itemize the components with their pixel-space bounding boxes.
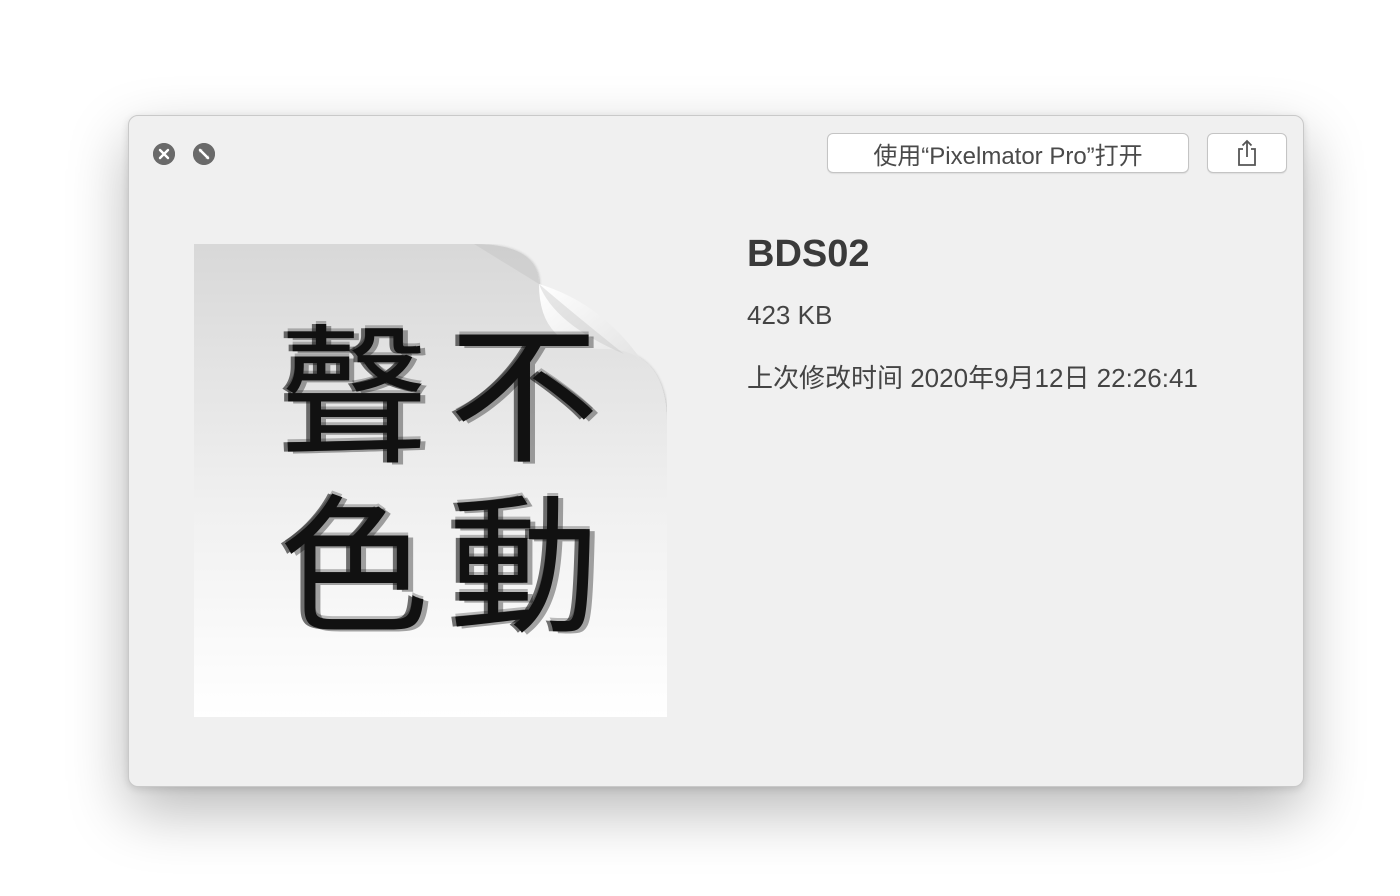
- fullscreen-icon[interactable]: [193, 143, 215, 165]
- share-button[interactable]: [1207, 133, 1287, 173]
- artwork-glyph: 不: [448, 312, 599, 486]
- artwork-glyph: 色: [278, 482, 429, 656]
- document-icon: 聲 不 色 動: [194, 244, 667, 717]
- share-icon: [1238, 139, 1256, 166]
- open-with-button[interactable]: 使用“Pixelmator Pro”打开: [827, 133, 1189, 173]
- close-icon[interactable]: [153, 143, 175, 165]
- quick-look-window: 使用“Pixelmator Pro”打开 聲 不 色 動 BDS02 423 K…: [128, 115, 1304, 787]
- open-with-label: 使用“Pixelmator Pro”打开: [873, 142, 1143, 170]
- artwork-glyph: 動: [448, 482, 599, 656]
- file-name: BDS02: [747, 233, 870, 275]
- file-info: BDS02 423 KB 上次修改时间 2020年9月12日 22:26:41: [747, 232, 1198, 393]
- file-modified-date: 上次修改时间 2020年9月12日 22:26:41: [747, 363, 1198, 393]
- preview-artwork: 聲 不 色 動: [269, 314, 609, 654]
- file-size: 423 KB: [747, 300, 833, 330]
- artwork-glyph: 聲: [278, 312, 429, 486]
